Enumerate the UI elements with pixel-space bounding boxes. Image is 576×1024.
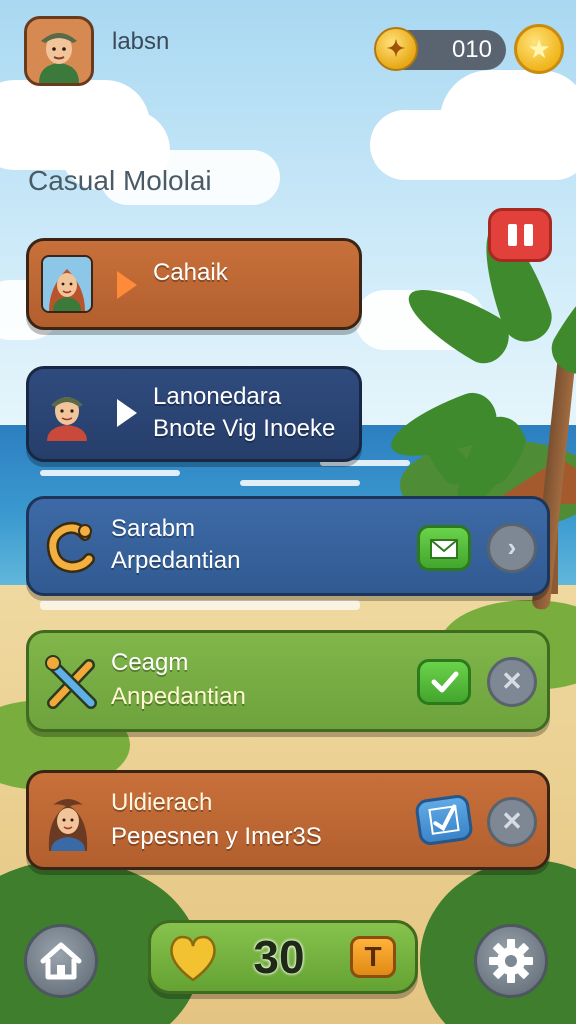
card-title: Sarabm	[111, 515, 196, 542]
shore-foam	[40, 600, 360, 610]
gear-icon	[489, 939, 533, 983]
arrow-right-icon	[117, 271, 137, 299]
card-title: Lanonedara	[153, 383, 282, 410]
close-button[interactable]: ✕	[487, 657, 537, 707]
player-avatar[interactable]	[24, 16, 94, 86]
close-button[interactable]: ✕	[487, 797, 537, 847]
task-card[interactable]: Uldierach Pepesnen y Imer3S ✕	[26, 770, 550, 870]
mode-title: Casual Mololai	[28, 165, 212, 196]
man-portrait-icon	[41, 383, 93, 441]
mail-button[interactable]	[417, 525, 471, 571]
home-icon	[40, 942, 82, 980]
girl-portrait-icon	[41, 791, 95, 851]
check-button[interactable]	[417, 659, 471, 705]
card-title: Cahaik	[153, 259, 228, 286]
player-card[interactable]: Lanonedara Bnote Vig Inoeke	[26, 366, 362, 462]
card-subtitle: Bnote Vig Inoeke	[153, 415, 336, 442]
arrow-right-icon	[117, 399, 137, 427]
check-box-button[interactable]	[414, 793, 474, 847]
player-name: labsn	[112, 28, 170, 55]
stat-value: 30	[253, 931, 305, 983]
wave	[240, 480, 360, 486]
close-icon: ✕	[501, 666, 523, 696]
heart-icon	[170, 935, 216, 982]
settings-button[interactable]	[474, 924, 548, 998]
mail-icon	[430, 539, 458, 559]
star-icon[interactable]: ★	[514, 24, 564, 74]
card-subtitle: Anpedantian	[111, 683, 246, 710]
coin-value: 010	[451, 36, 492, 63]
task-card[interactable]: Sarabm Arpedantian ›	[26, 496, 550, 596]
ticket-badge[interactable]: T	[350, 936, 396, 978]
woman-portrait-icon	[41, 255, 93, 313]
player-avatar-icon	[27, 19, 91, 83]
card-subtitle: Arpedantian	[111, 547, 241, 574]
tools-icon	[45, 655, 97, 709]
task-card[interactable]: Ceagm Anpedantian ✕	[26, 630, 550, 732]
card-title: Ceagm	[111, 649, 189, 676]
close-icon: ✕	[501, 806, 523, 836]
player-card[interactable]: Cahaik	[26, 238, 362, 330]
wave	[40, 470, 180, 476]
hook-icon	[46, 521, 95, 574]
cloud	[440, 70, 576, 170]
check-icon	[431, 671, 459, 693]
coin-icon: ✦	[374, 27, 418, 71]
arrow-right-button[interactable]: ›	[487, 523, 537, 573]
pause-button[interactable]	[488, 208, 552, 262]
home-button[interactable]	[24, 924, 98, 998]
card-title: Uldierach	[111, 789, 213, 816]
check-box-icon	[428, 804, 460, 835]
arrow-right-icon: ›	[507, 532, 517, 562]
card-subtitle: Pepesnen y Imer3S	[111, 823, 322, 850]
